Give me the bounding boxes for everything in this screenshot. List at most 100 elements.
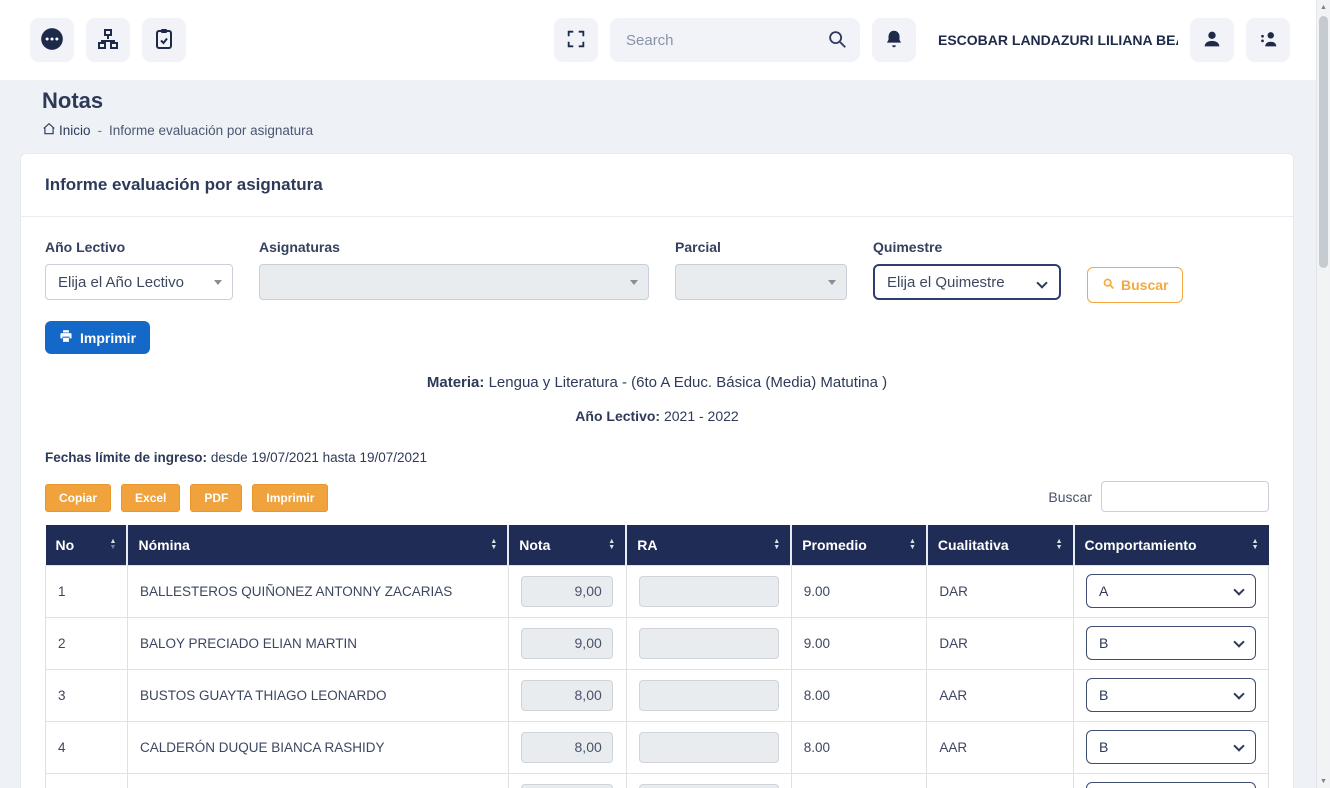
- cell-comportamiento: B: [1074, 669, 1269, 721]
- parcial-label: Parcial: [675, 239, 847, 255]
- search-input[interactable]: [610, 18, 860, 62]
- col-header-comportamiento[interactable]: Comportamiento ▲▼: [1074, 525, 1269, 565]
- sort-icon: ▲▼: [490, 539, 497, 551]
- ra-input[interactable]: [639, 628, 779, 659]
- pdf-button[interactable]: PDF: [190, 484, 242, 512]
- comportamiento-select[interactable]: B: [1086, 782, 1256, 788]
- sort-icon: ▲▼: [1252, 539, 1259, 551]
- chat-circle-button[interactable]: [30, 18, 74, 62]
- breadcrumb: Inicio - Informe evaluación por asignatu…: [42, 122, 1286, 139]
- col-header-nota[interactable]: Nota ▲▼: [508, 525, 626, 565]
- cell-nota: [508, 773, 626, 788]
- ra-input[interactable]: [639, 784, 779, 788]
- fullscreen-button[interactable]: [554, 18, 598, 62]
- chevron-down-icon: [1233, 636, 1244, 647]
- cell-no: 4: [46, 721, 128, 773]
- cell-cualitativa: AAR: [927, 721, 1074, 773]
- fechas-label: Fechas límite de ingreso:: [45, 450, 207, 465]
- notifications-button[interactable]: [872, 18, 916, 62]
- parcial-select[interactable]: [675, 264, 847, 300]
- filter-quimestre: Quimestre Elija el Quimestre: [873, 239, 1061, 300]
- clipboard-check-icon: [152, 27, 176, 54]
- filter-anio-lectivo: Año Lectivo Elija el Año Lectivo: [45, 239, 233, 300]
- nota-input[interactable]: [521, 784, 613, 788]
- sitemap-button[interactable]: [86, 18, 130, 62]
- nota-input[interactable]: [521, 680, 613, 711]
- imprimir-button[interactable]: Imprimir: [45, 321, 150, 354]
- nota-input[interactable]: [521, 732, 613, 763]
- nota-input[interactable]: [521, 628, 613, 659]
- materia-line: Materia: Lengua y Literatura - (6to A Ed…: [45, 374, 1269, 391]
- sort-icon: ▲▼: [1056, 539, 1063, 551]
- anio-lectivo-select[interactable]: Elija el Año Lectivo: [45, 264, 233, 300]
- caret-down-icon: [828, 280, 836, 285]
- imprimir-export-button[interactable]: Imprimir: [252, 484, 328, 512]
- sitemap-icon: [96, 27, 120, 54]
- comportamiento-select[interactable]: B: [1086, 678, 1256, 712]
- quimestre-select[interactable]: Elija el Quimestre: [873, 264, 1061, 300]
- cell-nomina: BALOY PRECIADO ELIAN MARTIN: [127, 617, 508, 669]
- col-header-ra[interactable]: RA ▲▼: [626, 525, 791, 565]
- asignaturas-select[interactable]: [259, 264, 649, 300]
- col-header-nomina[interactable]: Nómina ▲▼: [127, 525, 508, 565]
- copiar-button[interactable]: Copiar: [45, 484, 111, 512]
- vertical-scrollbar[interactable]: ▲ ▼: [1316, 0, 1330, 788]
- table-search-input[interactable]: [1101, 481, 1269, 512]
- breadcrumb-home-link[interactable]: Inicio: [42, 122, 91, 139]
- scroll-up-arrow[interactable]: ▲: [1317, 0, 1330, 14]
- cell-promedio: 9.00: [791, 617, 927, 669]
- expand-icon: [565, 28, 587, 53]
- cell-no: 5: [46, 773, 128, 788]
- col-header-promedio[interactable]: Promedio ▲▼: [791, 525, 927, 565]
- cell-comportamiento: B: [1074, 773, 1269, 788]
- cell-ra: [626, 669, 791, 721]
- asignaturas-label: Asignaturas: [259, 239, 649, 255]
- search-icon[interactable]: [826, 28, 848, 55]
- col-header-cualitativa[interactable]: Cualitativa ▲▼: [927, 525, 1074, 565]
- cell-nota: [508, 721, 626, 773]
- quimestre-label: Quimestre: [873, 239, 1061, 255]
- cell-nomina: CAMPAS GARCIA DAMARIS NOEMI: [127, 773, 508, 788]
- scroll-down-arrow[interactable]: ▼: [1317, 774, 1330, 788]
- user-name-chip[interactable]: ESCOBAR LANDAZURI LILIANA BEAT: [928, 18, 1178, 62]
- cell-no: 3: [46, 669, 128, 721]
- cell-nota: [508, 565, 626, 617]
- card-title: Informe evaluación por asignatura: [21, 154, 1293, 217]
- table-row: 3 BUSTOS GUAYTA THIAGO LEONARDO 8.00 AAR…: [46, 669, 1269, 721]
- breadcrumb-current: Informe evaluación por asignatura: [109, 123, 313, 138]
- page-title: Notas: [42, 88, 1286, 114]
- filter-asignaturas: Asignaturas: [259, 239, 649, 300]
- nota-input[interactable]: [521, 576, 613, 607]
- cell-nomina: CALDERÓN DUQUE BIANCA RASHIDY: [127, 721, 508, 773]
- scroll-thumb[interactable]: [1319, 16, 1328, 268]
- cell-ra: [626, 773, 791, 788]
- comportamiento-select[interactable]: A: [1086, 574, 1256, 608]
- bell-icon: [883, 28, 905, 53]
- clipboard-check-button[interactable]: [142, 18, 186, 62]
- table-search: Buscar: [1048, 481, 1269, 512]
- col-header-no[interactable]: No ▲▼: [46, 525, 128, 565]
- user-menu-button[interactable]: [1246, 18, 1290, 62]
- chevron-down-icon: [1036, 277, 1047, 288]
- table-row: 4 CALDERÓN DUQUE BIANCA RASHIDY 8.00 AAR…: [46, 721, 1269, 773]
- table-toolbar: Copiar Excel PDF Imprimir Buscar: [45, 481, 1269, 512]
- excel-button[interactable]: Excel: [121, 484, 180, 512]
- page-header: Notas Inicio - Informe evaluación por as…: [0, 80, 1316, 139]
- buscar-button[interactable]: Buscar: [1087, 267, 1183, 303]
- search-icon: [1102, 277, 1115, 293]
- breadcrumb-separator: -: [98, 123, 103, 138]
- ra-input[interactable]: [639, 576, 779, 607]
- comportamiento-select[interactable]: B: [1086, 730, 1256, 764]
- cell-cualitativa: AAR: [927, 669, 1074, 721]
- cell-ra: [626, 565, 791, 617]
- table-row: 2 BALOY PRECIADO ELIAN MARTIN 9.00 DAR B: [46, 617, 1269, 669]
- ra-input[interactable]: [639, 732, 779, 763]
- cell-promedio: 8.00: [791, 721, 927, 773]
- ra-input[interactable]: [639, 680, 779, 711]
- cell-cualitativa: DAR: [927, 617, 1074, 669]
- fechas-limite-line: Fechas límite de ingreso: desde 19/07/20…: [45, 450, 1269, 465]
- anio-lectivo-label: Año Lectivo: [45, 239, 233, 255]
- comportamiento-select[interactable]: B: [1086, 626, 1256, 660]
- filters-row: Año Lectivo Elija el Año Lectivo Asignat…: [45, 239, 1269, 303]
- profile-button[interactable]: [1190, 18, 1234, 62]
